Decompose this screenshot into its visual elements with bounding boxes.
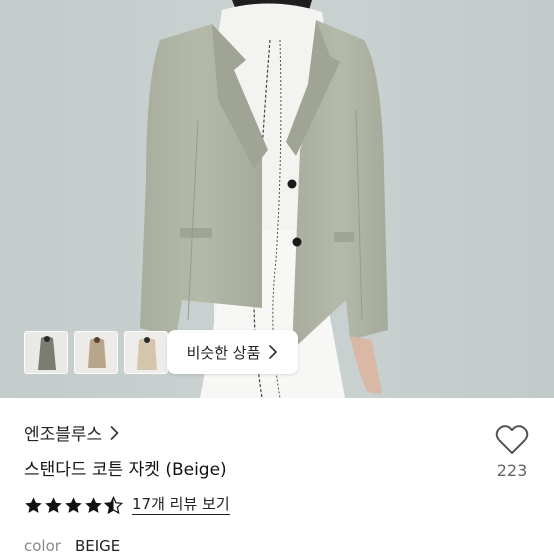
chevron-right-icon — [269, 345, 278, 359]
product-page: 비슷한 상품 엔조블루스 스탠다드 코튼 자켓 (Beige) 17개 리뷰 보… — [0, 0, 554, 554]
similar-products-label: 비슷한 상품 — [186, 343, 261, 362]
rating-stars — [24, 495, 123, 515]
similar-products-button[interactable]: 비슷한 상품 — [167, 330, 298, 374]
star-icon — [25, 496, 42, 513]
thumbnail-2[interactable] — [74, 331, 118, 374]
color-value: BEIGE — [74, 537, 121, 554]
star-icon — [45, 496, 62, 513]
color-label: color — [24, 537, 61, 554]
like-count: 223 — [496, 461, 528, 480]
like-button[interactable]: 223 — [489, 424, 535, 480]
product-main-image[interactable]: 비슷한 상품 — [0, 0, 554, 398]
review-link[interactable]: 17개 리뷰 보기 — [132, 495, 230, 515]
product-title: 스탠다드 코튼 자켓 (Beige) — [24, 460, 227, 480]
brand-link[interactable]: 엔조블루스 — [24, 420, 119, 445]
rating-row: 17개 리뷰 보기 — [24, 495, 230, 515]
star-icon — [65, 496, 82, 513]
chevron-right-icon — [110, 425, 119, 440]
heart-outline-icon — [495, 425, 529, 454]
thumbnail-strip — [24, 331, 168, 374]
thumbnail-3[interactable] — [124, 331, 168, 374]
thumbnail-1[interactable] — [24, 331, 68, 374]
star-icon — [85, 496, 102, 513]
brand-name: 엔조블루스 — [24, 425, 103, 445]
star-half-icon — [104, 495, 123, 514]
color-row: color BEIGE — [24, 537, 120, 554]
